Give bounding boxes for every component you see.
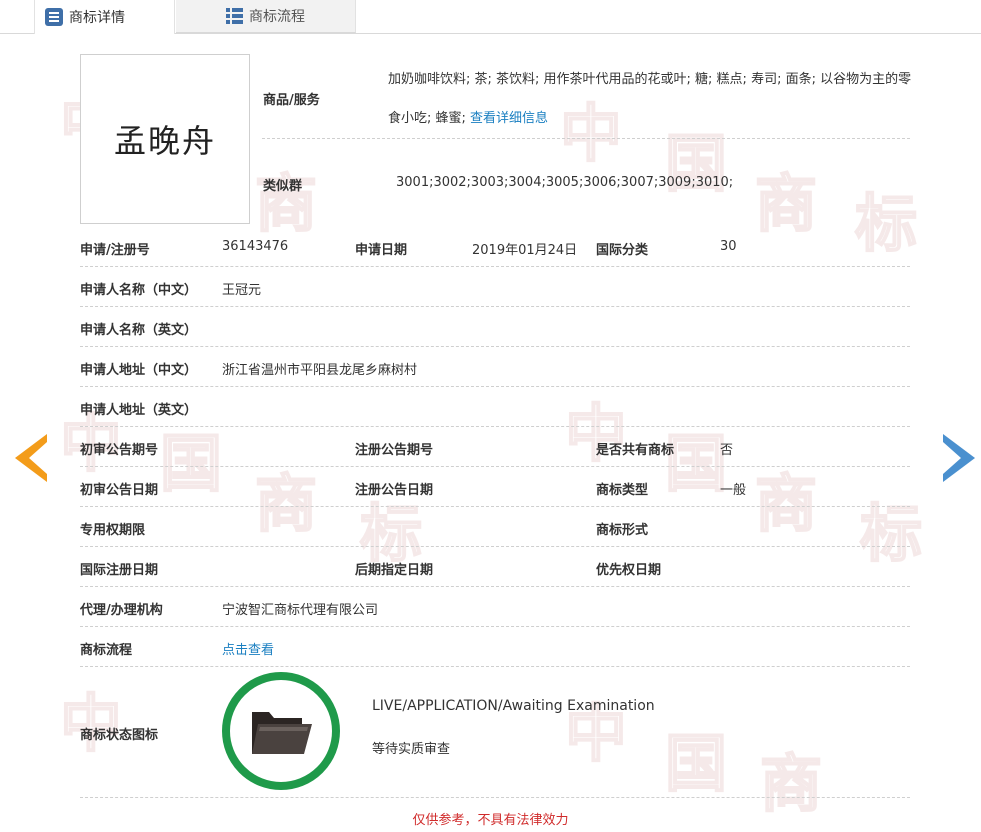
applicant-cn-value: 王冠元 bbox=[222, 283, 262, 298]
divider bbox=[80, 306, 910, 307]
divider bbox=[80, 797, 910, 798]
disclaimer: 仅供参考，不具有法律效力 bbox=[412, 813, 569, 828]
status-english: LIVE/APPLICATION/Awaiting Examination bbox=[372, 698, 655, 714]
reg-pub-date-label: 注册公告日期 bbox=[355, 483, 434, 498]
watermark-char: 商 bbox=[254, 467, 318, 540]
watermark-char: 商 bbox=[754, 467, 818, 540]
shared-value: 否 bbox=[720, 443, 734, 458]
status-icon-label: 商标状态图标 bbox=[80, 728, 159, 743]
watermark-char: 国 bbox=[159, 427, 223, 500]
address-cn-label: 申请人地址（中文） bbox=[80, 363, 198, 378]
divider bbox=[262, 138, 910, 139]
watermark-char: 标 bbox=[359, 497, 423, 570]
tab-trademark-details[interactable]: 商标详情 bbox=[34, 0, 175, 34]
address-en-label: 申请人地址（英文） bbox=[80, 403, 198, 418]
divider bbox=[80, 426, 910, 427]
document-list-icon bbox=[45, 8, 63, 26]
watermark-char: 商 bbox=[754, 167, 818, 240]
goods-label: 商品/服务 bbox=[263, 93, 320, 108]
shared-label: 是否共有商标 bbox=[596, 443, 675, 458]
divider bbox=[80, 626, 910, 627]
intl-reg-date-label: 国际注册日期 bbox=[80, 563, 159, 578]
goods-text: 加奶咖啡饮料; 茶; 茶饮料; 用作茶叶代用品的花或叶; 糖; 糕点; 寿司; … bbox=[388, 72, 912, 126]
trademark-logo-text: 孟晚舟 bbox=[113, 122, 216, 160]
prev-arrow-icon[interactable] bbox=[15, 434, 47, 482]
tab-label: 商标详情 bbox=[69, 10, 125, 26]
address-cn-value: 浙江省温州市平阳县龙尾乡麻树村 bbox=[222, 363, 418, 378]
watermark-char: 国 bbox=[664, 727, 728, 800]
similar-group-value: 3001;3002;3003;3004;3005;3006;3007;3009;… bbox=[396, 175, 734, 190]
tab-label: 商标流程 bbox=[249, 9, 305, 25]
watermark-char: 商 bbox=[759, 747, 823, 820]
next-arrow-icon[interactable] bbox=[943, 434, 975, 482]
apply-date-label: 申请日期 bbox=[355, 243, 408, 258]
exclusive-period-label: 专用权期限 bbox=[80, 523, 146, 538]
prelim-pub-date-label: 初审公告日期 bbox=[80, 483, 159, 498]
priority-date-label: 优先权日期 bbox=[596, 563, 662, 578]
divider bbox=[80, 386, 910, 387]
folder-icon bbox=[252, 712, 312, 754]
mark-form-label: 商标形式 bbox=[596, 523, 649, 538]
view-details-link[interactable]: 查看详细信息 bbox=[470, 111, 548, 126]
trademark-image: 孟晚舟 bbox=[80, 54, 250, 224]
divider bbox=[80, 346, 910, 347]
list-icon bbox=[226, 8, 243, 24]
agency-value: 宁波智汇商标代理有限公司 bbox=[222, 603, 379, 618]
mark-type-value: 一般 bbox=[720, 483, 747, 498]
divider bbox=[80, 466, 910, 467]
status-chinese: 等待实质审查 bbox=[372, 742, 451, 757]
applicant-cn-label: 申请人名称（中文） bbox=[80, 283, 198, 298]
later-designation-label: 后期指定日期 bbox=[355, 563, 434, 578]
view-process-link[interactable]: 点击查看 bbox=[222, 639, 274, 658]
apply-date-value: 2019年01月24日 bbox=[472, 243, 578, 258]
process-label: 商标流程 bbox=[80, 643, 133, 658]
tab-bar: 商标详情 商标流程 bbox=[0, 0, 981, 34]
divider bbox=[80, 506, 910, 507]
reg-pub-no-label: 注册公告期号 bbox=[355, 443, 434, 458]
divider bbox=[80, 266, 910, 267]
intl-class-value: 30 bbox=[720, 239, 737, 254]
similar-group-label: 类似群 bbox=[263, 179, 303, 194]
watermark-char: 标 bbox=[854, 187, 918, 260]
status-icon bbox=[222, 672, 340, 790]
divider bbox=[80, 666, 910, 667]
watermark-char: 国 bbox=[664, 427, 728, 500]
watermark-char: 标 bbox=[859, 497, 923, 570]
divider bbox=[80, 586, 910, 587]
reg-no-value: 36143476 bbox=[222, 239, 289, 254]
divider bbox=[80, 546, 910, 547]
intl-class-label: 国际分类 bbox=[596, 243, 649, 258]
tab-trademark-process[interactable]: 商标流程 bbox=[176, 0, 356, 33]
mark-type-label: 商标类型 bbox=[596, 483, 649, 498]
prelim-pub-no-label: 初审公告期号 bbox=[80, 443, 159, 458]
agency-label: 代理/办理机构 bbox=[80, 603, 163, 618]
goods-services-value: 加奶咖啡饮料; 茶; 茶饮料; 用作茶叶代用品的花或叶; 糖; 糕点; 寿司; … bbox=[388, 60, 912, 138]
applicant-en-label: 申请人名称（英文） bbox=[80, 323, 198, 338]
reg-no-label: 申请/注册号 bbox=[80, 243, 150, 258]
